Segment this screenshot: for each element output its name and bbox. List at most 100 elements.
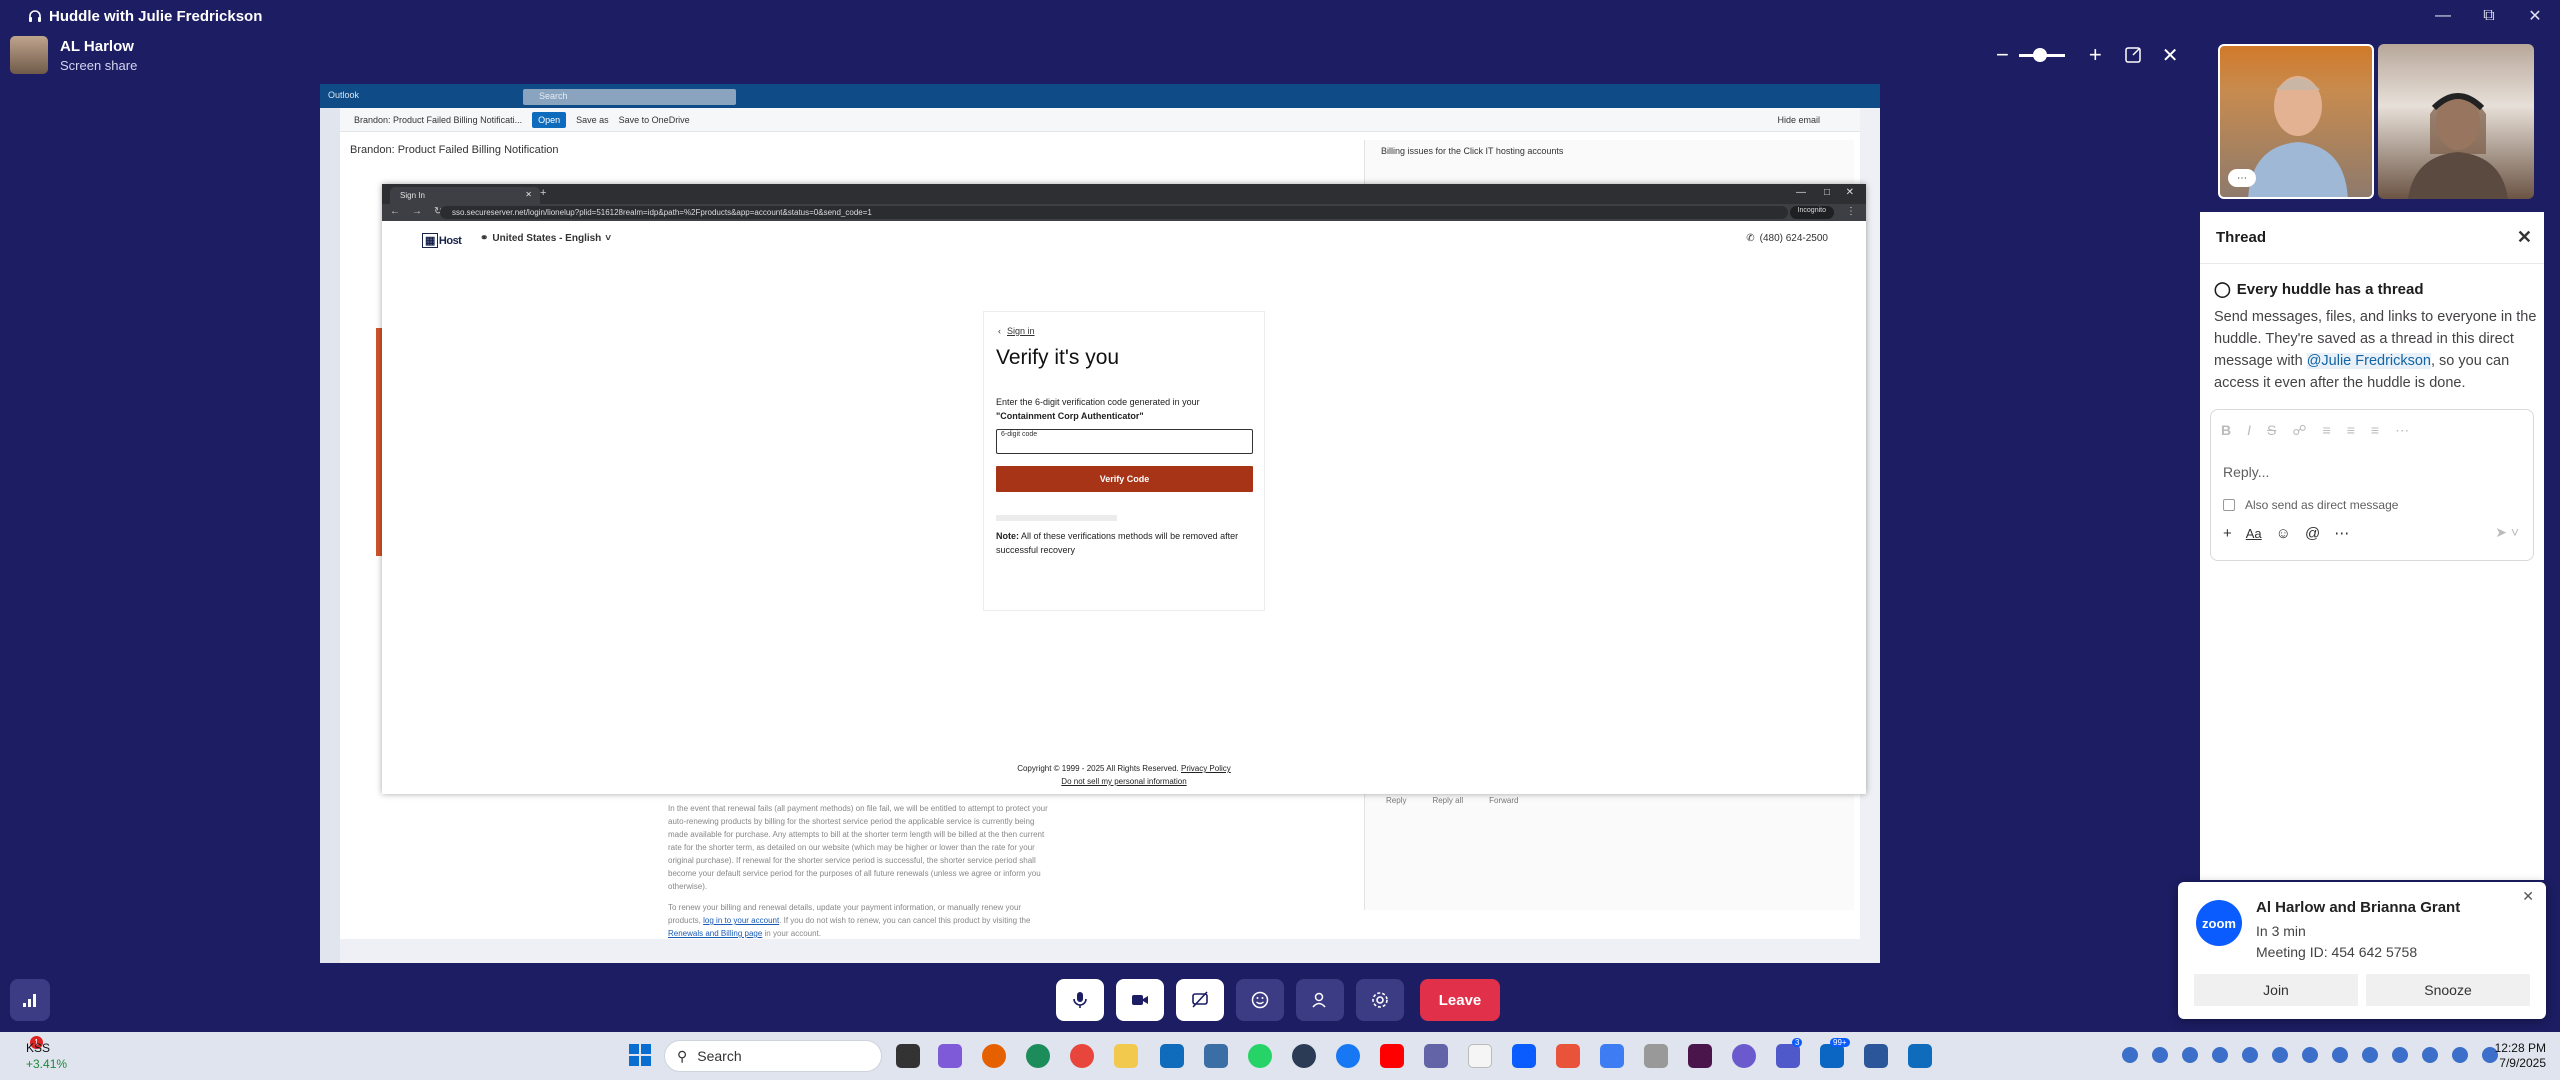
leave-button[interactable]: Leave — [1420, 979, 1500, 1021]
browser-tab[interactable]: Sign In ✕ — [390, 187, 540, 204]
youtube-icon[interactable] — [1380, 1044, 1404, 1068]
outlook-new-icon[interactable] — [1908, 1044, 1932, 1068]
edge-icon[interactable] — [1026, 1044, 1050, 1068]
user-mention[interactable]: @Julie Fredrickson — [2306, 353, 2431, 369]
do-not-sell-link[interactable]: Do not sell my personal information — [1061, 777, 1186, 786]
stock-widget[interactable]: KSS +3.41% — [26, 1040, 67, 1072]
app-icon[interactable] — [1468, 1044, 1492, 1068]
close-thread-icon[interactable]: ✕ — [2517, 227, 2532, 248]
close-notification-icon[interactable]: ✕ — [2522, 888, 2534, 905]
tray-icon[interactable] — [2392, 1047, 2408, 1063]
code-input[interactable]: 6-digit code — [996, 429, 1253, 454]
mic-button[interactable] — [1056, 979, 1104, 1021]
block-icon[interactable]: ≡ — [2371, 422, 2379, 439]
close-share-icon[interactable]: ✕ — [2162, 43, 2179, 68]
privacy-policy-link[interactable]: Privacy Policy — [1181, 764, 1231, 773]
also-send-checkbox[interactable]: Also send as direct message — [2223, 498, 2398, 512]
taskbar-clock[interactable]: 12:28 PM 7/9/2025 — [2495, 1041, 2546, 1071]
emoji-icon[interactable]: ☺ — [2276, 525, 2291, 542]
hide-email-button[interactable]: Hide email — [1777, 115, 1820, 125]
region-selector[interactable]: ⚭ United States - English ˅ — [480, 233, 611, 244]
link-icon[interactable]: ☍ — [2292, 422, 2306, 439]
video-tile-julie[interactable] — [2378, 44, 2534, 199]
reply-button[interactable]: Reply — [1386, 796, 1406, 805]
calculator-icon[interactable] — [1204, 1044, 1228, 1068]
reply-input[interactable]: Reply... — [2223, 464, 2269, 480]
plus-icon[interactable]: + — [2223, 525, 2232, 542]
whatsapp-icon[interactable] — [1248, 1044, 1272, 1068]
zoom-out-icon[interactable]: − — [1996, 42, 2009, 68]
reply-all-button[interactable]: Reply all — [1432, 796, 1463, 805]
save-onedrive-button[interactable]: Save to OneDrive — [619, 115, 690, 125]
add-people-button[interactable] — [1296, 979, 1344, 1021]
task-view-icon[interactable] — [896, 1044, 920, 1068]
restore-button[interactable]: ⧉ — [2466, 0, 2512, 32]
at-mention-icon[interactable]: @ — [2305, 525, 2320, 542]
reactions-button[interactable] — [1236, 979, 1284, 1021]
tray-icon[interactable] — [2422, 1047, 2438, 1063]
settings-button[interactable] — [1356, 979, 1404, 1021]
bold-icon[interactable]: B — [2221, 422, 2231, 439]
join-button[interactable]: Join — [2194, 974, 2358, 1006]
copilot-icon[interactable] — [938, 1044, 962, 1068]
back-to-sign-in-link[interactable]: ‹ Sign in — [998, 326, 1035, 336]
tray-icon[interactable] — [2182, 1047, 2198, 1063]
slack-icon[interactable] — [1688, 1044, 1712, 1068]
browser-minimize-icon[interactable]: — — [1796, 187, 1806, 198]
strikethrough-icon[interactable]: S — [2267, 422, 2276, 439]
teams-icon[interactable] — [1776, 1044, 1800, 1068]
tray-icon[interactable] — [2302, 1047, 2318, 1063]
login-link[interactable]: log in to your account — [703, 916, 779, 925]
tray-icon[interactable] — [2272, 1047, 2288, 1063]
browser-close-icon[interactable]: ✕ — [1846, 187, 1854, 198]
app-icon[interactable] — [1820, 1044, 1844, 1068]
message-tab[interactable]: Brandon: Product Failed Billing Notifica… — [354, 115, 522, 125]
app-icon[interactable] — [1644, 1044, 1668, 1068]
camera-button[interactable] — [1116, 979, 1164, 1021]
close-window-button[interactable]: ✕ — [2512, 0, 2558, 32]
zoom-in-icon[interactable]: + — [2089, 42, 2102, 68]
checkbox-icon[interactable] — [2223, 499, 2235, 511]
settings-app-icon[interactable] — [1732, 1044, 1756, 1068]
app-icon[interactable] — [1864, 1044, 1888, 1068]
more-formatting-icon[interactable]: ⋯ — [2395, 422, 2409, 439]
chat-app-icon[interactable] — [1424, 1044, 1448, 1068]
italic-icon[interactable]: I — [2247, 422, 2251, 439]
zoom-slider[interactable] — [2018, 47, 2065, 62]
back-arrow-icon[interactable]: ← — [390, 206, 400, 217]
ordered-list-icon[interactable]: ≡ — [2323, 422, 2331, 439]
bullet-list-icon[interactable]: ≡ — [2347, 422, 2355, 439]
text-format-icon[interactable]: Aa — [2246, 526, 2262, 541]
outlook-icon[interactable] — [1160, 1044, 1184, 1068]
renewals-link[interactable]: Renewals and Billing page — [668, 929, 762, 938]
outlook-search[interactable]: Search — [523, 89, 736, 105]
tray-icon[interactable] — [2332, 1047, 2348, 1063]
verify-code-button[interactable]: Verify Code — [996, 466, 1253, 492]
tray-icon[interactable] — [2212, 1047, 2228, 1063]
more-icon[interactable]: ⋯ — [2228, 169, 2256, 187]
send-icon[interactable]: ➤ ˅ — [2495, 524, 2519, 541]
facebook-icon[interactable] — [1336, 1044, 1360, 1068]
tray-icon[interactable] — [2242, 1047, 2258, 1063]
save-as-button[interactable]: Save as — [576, 115, 609, 125]
firefox-icon[interactable] — [982, 1044, 1006, 1068]
close-tab-icon[interactable]: ✕ — [525, 190, 532, 199]
forward-arrow-icon[interactable]: → — [412, 206, 422, 217]
tray-icon[interactable] — [2452, 1047, 2468, 1063]
site-logo[interactable]: ▦ Host — [422, 233, 462, 248]
password-manager-icon[interactable] — [1292, 1044, 1316, 1068]
app-icon[interactable] — [1556, 1044, 1580, 1068]
minimize-button[interactable]: — — [2420, 0, 2466, 32]
snooze-button[interactable]: Snooze — [2366, 974, 2530, 1006]
file-explorer-icon[interactable] — [1114, 1044, 1138, 1068]
tray-icon[interactable] — [2152, 1047, 2168, 1063]
connection-stats-button[interactable] — [10, 979, 50, 1021]
open-button[interactable]: Open — [532, 111, 567, 128]
tray-icon[interactable] — [2122, 1047, 2138, 1063]
windows-start-icon[interactable] — [628, 1043, 652, 1067]
chrome-icon[interactable] — [1070, 1044, 1094, 1068]
forward-button[interactable]: Forward — [1489, 796, 1518, 805]
taskbar-search[interactable]: ⚲ Search — [664, 1040, 882, 1072]
browser-maximize-icon[interactable]: □ — [1824, 187, 1830, 198]
new-tab-icon[interactable]: + — [540, 187, 546, 199]
